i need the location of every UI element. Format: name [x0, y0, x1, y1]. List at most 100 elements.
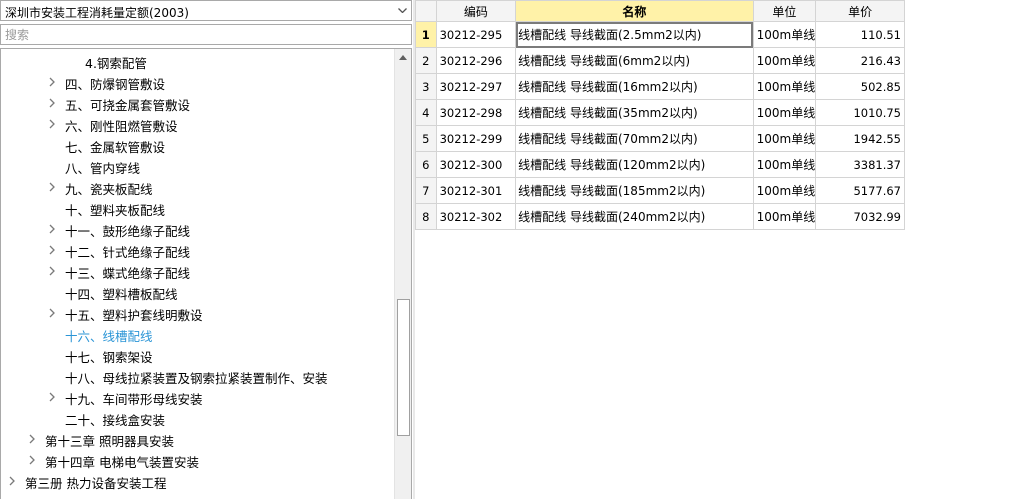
chevron-right-icon[interactable]: [49, 181, 59, 193]
cell-name[interactable]: 线槽配线 导线截面(185mm2以内): [515, 177, 754, 204]
cell-unit[interactable]: 100m单线: [752, 151, 817, 178]
chevron-right-icon[interactable]: [49, 118, 59, 130]
table-row[interactable]: 4 30212-298 线槽配线 导线截面(35mm2以内) 100m单线 1010.7…: [415, 99, 905, 126]
cell-unit[interactable]: 100m单线: [752, 203, 817, 230]
cell-name[interactable]: 线槽配线 导线截面(6mm2以内): [515, 47, 754, 74]
tree-item[interactable]: 十六、线槽配线: [1, 324, 393, 345]
chevron-right-icon[interactable]: [49, 307, 59, 319]
tree-item-label: 十六、线槽配线: [65, 329, 153, 344]
cell-unit[interactable]: 100m单线: [752, 125, 817, 152]
row-number[interactable]: 7: [415, 177, 437, 204]
row-number[interactable]: 1: [415, 21, 437, 48]
cell-price[interactable]: 216.43: [815, 47, 905, 74]
tree-item[interactable]: 四、防爆钢管敷设: [1, 72, 393, 93]
tree-item[interactable]: 九、瓷夹板配线: [1, 177, 393, 198]
chevron-right-icon[interactable]: [49, 97, 59, 109]
tree-item[interactable]: 十二、针式绝缘子配线: [1, 240, 393, 261]
table-row[interactable]: 2 30212-296 线槽配线 导线截面(6mm2以内) 100m单线 216.43: [415, 47, 905, 74]
row-number[interactable]: 6: [415, 151, 437, 178]
cell-name[interactable]: 线槽配线 导线截面(35mm2以内): [515, 99, 754, 126]
tree-item-label: 五、可挠金属套管敷设: [65, 98, 191, 113]
chevron-right-icon[interactable]: [49, 244, 59, 256]
chevron-right-icon[interactable]: [49, 391, 59, 403]
cell-price[interactable]: 1010.75: [815, 99, 905, 126]
tree-item[interactable]: 第十三章 照明器具安装: [1, 429, 393, 450]
tree-item-label: 第十三章 照明器具安装: [45, 434, 174, 449]
column-header-code[interactable]: 编码: [435, 0, 517, 22]
tree-item[interactable]: 十五、塑料护套线明敷设: [1, 303, 393, 324]
table-row[interactable]: 3 30212-297 线槽配线 导线截面(16mm2以内) 100m单线 502.85: [415, 73, 905, 100]
cell-code[interactable]: 30212-301: [435, 177, 517, 204]
row-number[interactable]: 2: [415, 47, 437, 74]
rownum-header[interactable]: [415, 0, 437, 22]
table-row[interactable]: 6 30212-300 线槽配线 导线截面(120mm2以内) 100m单线 3381.…: [415, 151, 905, 178]
tree-item[interactable]: 第十四章 电梯电气装置安装: [1, 450, 393, 471]
chevron-right-icon[interactable]: [49, 76, 59, 88]
search-input[interactable]: [0, 24, 412, 45]
chevron-down-icon[interactable]: [394, 1, 411, 20]
cell-price[interactable]: 110.51: [815, 21, 905, 48]
tree-item[interactable]: 4.钢索配管: [1, 51, 393, 72]
cell-price[interactable]: 3381.37: [815, 151, 905, 178]
cell-code[interactable]: 30212-297: [435, 73, 517, 100]
row-number[interactable]: 5: [415, 125, 437, 152]
tree-scrollbar[interactable]: [394, 49, 411, 499]
tree-item[interactable]: 二十、接线盒安装: [1, 408, 393, 429]
table-row[interactable]: 7 30212-301 线槽配线 导线截面(185mm2以内) 100m单线 5177.…: [415, 177, 905, 204]
tree-item[interactable]: 七、金属软管敷设: [1, 135, 393, 156]
chevron-right-icon[interactable]: [9, 475, 19, 487]
tree-item[interactable]: 十、塑料夹板配线: [1, 198, 393, 219]
column-header-name[interactable]: 名称: [515, 0, 754, 22]
cell-price[interactable]: 502.85: [815, 73, 905, 100]
table-row[interactable]: 8 30212-302 线槽配线 导线截面(240mm2以内) 100m单线 7032.…: [415, 203, 905, 230]
chevron-right-icon[interactable]: [29, 454, 39, 466]
cell-unit[interactable]: 100m单线: [752, 177, 817, 204]
cell-unit[interactable]: 100m单线: [752, 99, 817, 126]
table-row[interactable]: 5 30212-299 线槽配线 导线截面(70mm2以内) 100m单线 1942.5…: [415, 125, 905, 152]
tree-item[interactable]: 十九、车间带形母线安装: [1, 387, 393, 408]
column-header-unit[interactable]: 单位: [752, 0, 817, 22]
row-number[interactable]: 8: [415, 203, 437, 230]
cell-name[interactable]: 线槽配线 导线截面(16mm2以内): [515, 73, 754, 100]
tree-item[interactable]: 十八、母线拉紧装置及钢索拉紧装置制作、安装: [1, 366, 393, 387]
cell-name[interactable]: 线槽配线 导线截面(70mm2以内): [515, 125, 754, 152]
tree-item[interactable]: 六、刚性阻燃管敷设: [1, 114, 393, 135]
cell-name[interactable]: 线槽配线 导线截面(120mm2以内): [515, 151, 754, 178]
tree-item[interactable]: 五、可挠金属套管敷设: [1, 93, 393, 114]
tree-item-label: 八、管内穿线: [65, 161, 141, 176]
chevron-right-icon[interactable]: [49, 223, 59, 235]
cell-name[interactable]: 线槽配线 导线截面(2.5mm2以内): [515, 21, 754, 48]
cell-code[interactable]: 30212-295: [435, 21, 517, 48]
table-row[interactable]: 1 30212-295 线槽配线 导线截面(2.5mm2以内) 100m单线 110.5…: [415, 21, 905, 48]
tree-item-label: 七、金属软管敷设: [65, 140, 166, 155]
cell-unit[interactable]: 100m单线: [752, 73, 817, 100]
chevron-right-icon[interactable]: [29, 433, 39, 445]
quota-selector-value: 深圳市安装工程消耗量定额(2003): [5, 6, 189, 20]
scroll-down-area[interactable]: [395, 483, 411, 499]
chevron-right-icon[interactable]: [49, 265, 59, 277]
cell-name[interactable]: 线槽配线 导线截面(240mm2以内): [515, 203, 754, 230]
cell-price[interactable]: 1942.55: [815, 125, 905, 152]
cell-code[interactable]: 30212-296: [435, 47, 517, 74]
cell-price[interactable]: 5177.67: [815, 177, 905, 204]
cell-code[interactable]: 30212-302: [435, 203, 517, 230]
scrollbar-thumb[interactable]: [397, 299, 410, 436]
tree-item[interactable]: 十七、钢索架设: [1, 345, 393, 366]
cell-unit[interactable]: 100m单线: [752, 47, 817, 74]
cell-code[interactable]: 30212-299: [435, 125, 517, 152]
row-number[interactable]: 3: [415, 73, 437, 100]
tree-item[interactable]: 第三册 热力设备安装工程: [1, 471, 393, 492]
tree-item[interactable]: 十四、塑料槽板配线: [1, 282, 393, 303]
cell-unit[interactable]: 100m单线: [752, 21, 817, 48]
tree-item[interactable]: 十三、蝶式绝缘子配线: [1, 261, 393, 282]
scroll-up-icon[interactable]: [395, 49, 411, 66]
column-header-price[interactable]: 单价: [815, 0, 905, 22]
tree-item[interactable]: 十一、鼓形绝缘子配线: [1, 219, 393, 240]
cell-price[interactable]: 7032.99: [815, 203, 905, 230]
cell-code[interactable]: 30212-300: [435, 151, 517, 178]
tree-item[interactable]: 八、管内穿线: [1, 156, 393, 177]
tree-item-label: 4.钢索配管: [85, 56, 147, 71]
cell-code[interactable]: 30212-298: [435, 99, 517, 126]
row-number[interactable]: 4: [415, 99, 437, 126]
quota-selector[interactable]: 深圳市安装工程消耗量定额(2003): [0, 0, 412, 21]
